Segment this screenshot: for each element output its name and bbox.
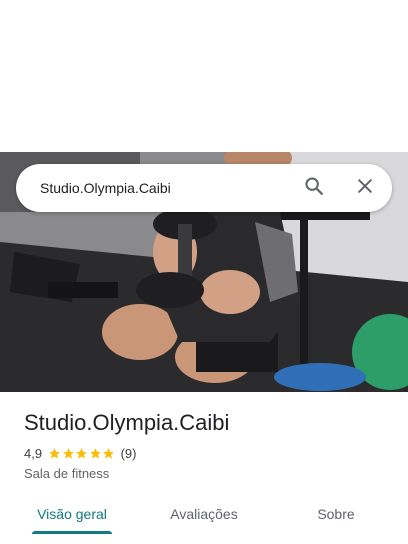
review-count: (9) xyxy=(120,445,137,461)
star-icon xyxy=(62,447,74,459)
rating-row[interactable]: 4,9 (9) xyxy=(24,445,136,461)
star-icon xyxy=(49,447,60,459)
tab-label: Sobre xyxy=(317,506,355,522)
place-page: Studio.Olympia.Caibi Studio.Olympia.Caib… xyxy=(0,0,408,544)
star-icon xyxy=(89,447,101,459)
search-icon xyxy=(303,175,325,202)
search-bar[interactable]: Studio.Olympia.Caibi xyxy=(16,164,392,212)
clear-search-button[interactable] xyxy=(351,174,379,202)
search-input[interactable]: Studio.Olympia.Caibi xyxy=(40,164,171,212)
star-icon xyxy=(76,447,87,459)
star-rating xyxy=(48,447,116,460)
place-title: Studio.Olympia.Caibi xyxy=(24,410,230,435)
close-icon xyxy=(355,176,375,201)
tab-label: Avaliações xyxy=(170,506,238,522)
active-tab-indicator xyxy=(32,531,112,534)
tab-about[interactable]: Sobre xyxy=(306,500,366,530)
place-info-panel: Studio.Olympia.Caibi 4,9 (9) Sala de fit… xyxy=(0,392,408,544)
rating-value: 4,9 xyxy=(24,445,43,461)
place-category: Sala de fitness xyxy=(24,466,110,481)
tab-label: Visão geral xyxy=(37,506,107,522)
search-button[interactable] xyxy=(300,174,328,202)
star-icon xyxy=(103,447,114,459)
place-tabs: Visão geral Avaliações Sobre xyxy=(0,500,408,536)
tab-reviews[interactable]: Avaliações xyxy=(160,500,248,530)
tab-overview[interactable]: Visão geral xyxy=(32,500,112,534)
